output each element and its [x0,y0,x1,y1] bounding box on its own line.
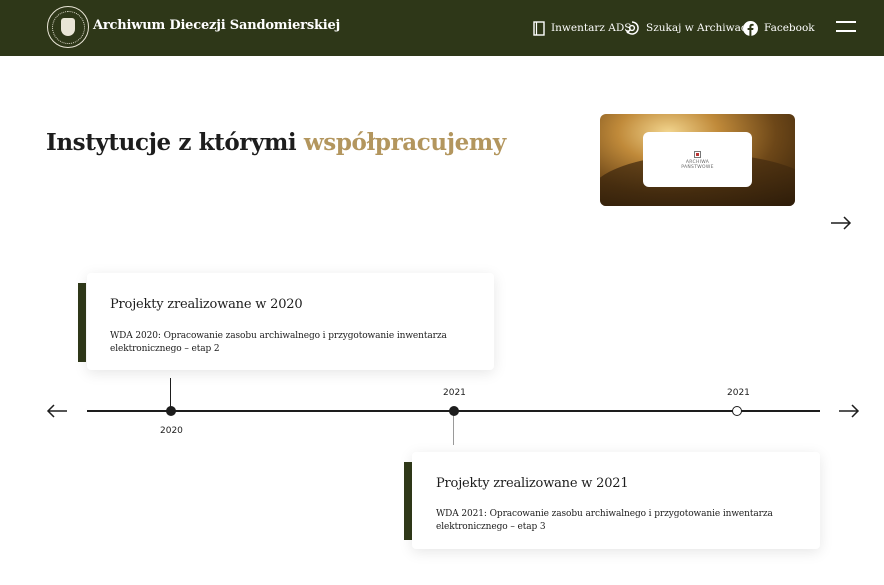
nav-facebook-link[interactable]: Facebook [743,17,815,39]
timeline-point-2020[interactable] [166,406,176,416]
timeline-card-accent-bar [404,462,412,540]
nav-search-archives-link[interactable]: Szukaj w Archiwach [624,17,754,39]
partner-card-archiwa-panstwowe[interactable]: ARCHIWA PAŃSTWOWE [600,114,795,206]
timeline-card-title: Projekty zrealizowane w 2020 [110,297,303,312]
archive-logo-icon[interactable] [47,6,89,48]
timeline-next-arrow-icon[interactable] [838,404,860,418]
nav-facebook-label: Facebook [764,22,815,34]
site-brand[interactable]: Archiwum Diecezji Sandomierskiej [93,18,340,33]
timeline-year-label: 2020 [160,426,183,436]
nav-inventory-link[interactable]: Inwentarz ADS [533,17,631,39]
timeline-card-accent-bar [78,283,86,362]
timeline-point-2021[interactable] [449,406,459,416]
timeline-card-2020[interactable]: Projekty zrealizowane w 2020 WDA 2020: O… [87,273,494,370]
partner-logo: ARCHIWA PAŃSTWOWE [643,132,752,187]
timeline-connector [453,411,454,445]
timeline-year-label: 2021 [727,388,750,398]
site-header: Archiwum Diecezji Sandomierskiej Inwenta… [0,0,884,56]
timeline-card-title: Projekty zrealizowane w 2021 [436,476,629,491]
search-archive-icon [625,21,639,35]
section-title-accent: współpracujemy [303,129,506,156]
timeline-card-text: WDA 2020: Opracowanie zasobu archiwalneg… [110,331,447,354]
timeline-card-2021[interactable]: Projekty zrealizowane w 2021 WDA 2021: O… [412,452,820,549]
timeline-card-text: WDA 2021: Opracowanie zasobu archiwalneg… [436,509,773,532]
timeline-point-2021-next[interactable] [732,406,742,416]
timeline-year-label: 2021 [443,388,466,398]
hamburger-menu-icon[interactable] [836,20,856,34]
section-title-main: Instytucje z którymi [46,129,297,156]
facebook-icon [743,20,758,36]
archiwa-panstwowe-emblem-icon [694,151,701,158]
partners-next-arrow-icon[interactable] [830,216,852,230]
section-title: Instytucje z którymi współpracujemy [46,129,506,156]
nav-inventory-label: Inwentarz ADS [551,22,632,34]
timeline-prev-arrow-icon[interactable] [46,404,68,418]
book-icon [533,20,545,36]
nav-search-archives-label: Szukaj w Archiwach [646,22,754,34]
